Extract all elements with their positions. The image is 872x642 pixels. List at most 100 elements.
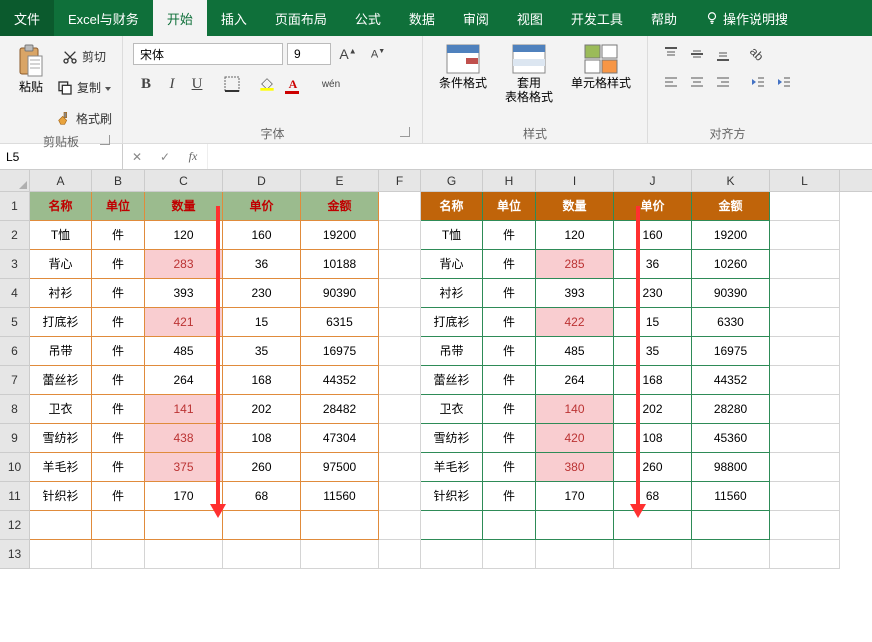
cell-K9[interactable]: 45360 <box>692 424 770 453</box>
cell-I5[interactable]: 422 <box>536 308 614 337</box>
orientation-button[interactable]: ab <box>745 42 771 66</box>
cancel-formula-button[interactable]: ✕ <box>123 144 151 169</box>
cut-button[interactable]: 剪切 <box>56 42 112 71</box>
cell-D8[interactable]: 202 <box>223 395 301 424</box>
cell-L9[interactable] <box>770 424 840 453</box>
cell-L6[interactable] <box>770 337 840 366</box>
cell-A8[interactable]: 卫衣 <box>30 395 92 424</box>
col-header-G[interactable]: G <box>421 170 483 191</box>
increase-indent-button[interactable] <box>771 70 797 94</box>
cell-L4[interactable] <box>770 279 840 308</box>
cell-I13[interactable] <box>536 540 614 569</box>
cell-K12[interactable] <box>692 511 770 540</box>
cell-L7[interactable] <box>770 366 840 395</box>
cell-L3[interactable] <box>770 250 840 279</box>
conditional-format-button[interactable]: 条件格式 <box>433 42 493 125</box>
cell-F12[interactable] <box>379 511 421 540</box>
cell-K11[interactable]: 11560 <box>692 482 770 511</box>
cell-A3[interactable]: 背心 <box>30 250 92 279</box>
cell-A13[interactable] <box>30 540 92 569</box>
cell-B12[interactable] <box>92 511 145 540</box>
font-name-select[interactable]: 宋体 <box>133 43 283 65</box>
cell-J2[interactable]: 160 <box>614 221 692 250</box>
cell-D11[interactable]: 68 <box>223 482 301 511</box>
cell-B13[interactable] <box>92 540 145 569</box>
bold-button[interactable]: B <box>133 72 159 96</box>
cell-B8[interactable]: 件 <box>92 395 145 424</box>
cell-style-button[interactable]: 单元格样式 <box>565 42 637 125</box>
decrease-indent-button[interactable] <box>745 70 771 94</box>
select-all-corner[interactable] <box>0 170 30 191</box>
cell-G5[interactable]: 打底衫 <box>421 308 483 337</box>
font-size-select[interactable]: 9 <box>287 43 331 65</box>
cell-K6[interactable]: 16975 <box>692 337 770 366</box>
cell-G9[interactable]: 雪纺衫 <box>421 424 483 453</box>
cell-J13[interactable] <box>614 540 692 569</box>
decrease-font-button[interactable]: A▼ <box>365 42 391 66</box>
cell-J12[interactable] <box>614 511 692 540</box>
cell-D4[interactable]: 230 <box>223 279 301 308</box>
cell-C2[interactable]: 120 <box>145 221 223 250</box>
cell-I12[interactable] <box>536 511 614 540</box>
cell-B10[interactable]: 件 <box>92 453 145 482</box>
border-button[interactable] <box>220 72 246 96</box>
row-header-11[interactable]: 11 <box>0 482 30 511</box>
cell-H13[interactable] <box>483 540 536 569</box>
cell-K5[interactable]: 6330 <box>692 308 770 337</box>
tab-insert[interactable]: 插入 <box>207 0 261 36</box>
cell-C13[interactable] <box>145 540 223 569</box>
cell-E7[interactable]: 44352 <box>301 366 379 395</box>
cell-D12[interactable] <box>223 511 301 540</box>
cell-B6[interactable]: 件 <box>92 337 145 366</box>
align-middle-button[interactable] <box>684 42 710 66</box>
cell-F5[interactable] <box>379 308 421 337</box>
cell-C5[interactable]: 421 <box>145 308 223 337</box>
tab-excel-finance[interactable]: Excel与财务 <box>54 0 153 36</box>
cell-G4[interactable]: 衬衫 <box>421 279 483 308</box>
cell-E9[interactable]: 47304 <box>301 424 379 453</box>
col-header-J[interactable]: J <box>614 170 692 191</box>
row-header-1[interactable]: 1 <box>0 192 30 221</box>
insert-function-button[interactable]: fx <box>179 144 207 169</box>
cell-G1[interactable]: 名称 <box>421 192 483 221</box>
cell-B4[interactable]: 件 <box>92 279 145 308</box>
tell-me[interactable]: 操作说明搜 <box>691 0 802 36</box>
cell-A12[interactable] <box>30 511 92 540</box>
cell-L11[interactable] <box>770 482 840 511</box>
table-format-button[interactable]: 套用 表格格式 <box>499 42 559 125</box>
row-header-13[interactable]: 13 <box>0 540 30 569</box>
tab-help[interactable]: 帮助 <box>637 0 691 36</box>
cell-J10[interactable]: 260 <box>614 453 692 482</box>
cell-B2[interactable]: 件 <box>92 221 145 250</box>
italic-button[interactable]: I <box>159 72 185 96</box>
align-left-button[interactable] <box>658 70 684 94</box>
cell-B11[interactable]: 件 <box>92 482 145 511</box>
cell-L12[interactable] <box>770 511 840 540</box>
col-header-I[interactable]: I <box>536 170 614 191</box>
col-header-D[interactable]: D <box>223 170 301 191</box>
cell-C10[interactable]: 375 <box>145 453 223 482</box>
cell-D3[interactable]: 36 <box>223 250 301 279</box>
cell-G2[interactable]: T恤 <box>421 221 483 250</box>
cell-D2[interactable]: 160 <box>223 221 301 250</box>
cell-D10[interactable]: 260 <box>223 453 301 482</box>
col-header-A[interactable]: A <box>30 170 92 191</box>
row-header-9[interactable]: 9 <box>0 424 30 453</box>
cell-G6[interactable]: 吊带 <box>421 337 483 366</box>
col-header-H[interactable]: H <box>483 170 536 191</box>
cell-G7[interactable]: 蕾丝衫 <box>421 366 483 395</box>
increase-font-button[interactable]: A▲ <box>335 42 361 66</box>
tab-data[interactable]: 数据 <box>395 0 449 36</box>
cell-E11[interactable]: 11560 <box>301 482 379 511</box>
cell-H2[interactable]: 件 <box>483 221 536 250</box>
row-header-12[interactable]: 12 <box>0 511 30 540</box>
align-right-button[interactable] <box>710 70 736 94</box>
cell-F9[interactable] <box>379 424 421 453</box>
cell-D9[interactable]: 108 <box>223 424 301 453</box>
cell-L8[interactable] <box>770 395 840 424</box>
cell-G13[interactable] <box>421 540 483 569</box>
cell-G8[interactable]: 卫衣 <box>421 395 483 424</box>
col-header-E[interactable]: E <box>301 170 379 191</box>
cell-F1[interactable] <box>379 192 421 221</box>
row-header-8[interactable]: 8 <box>0 395 30 424</box>
